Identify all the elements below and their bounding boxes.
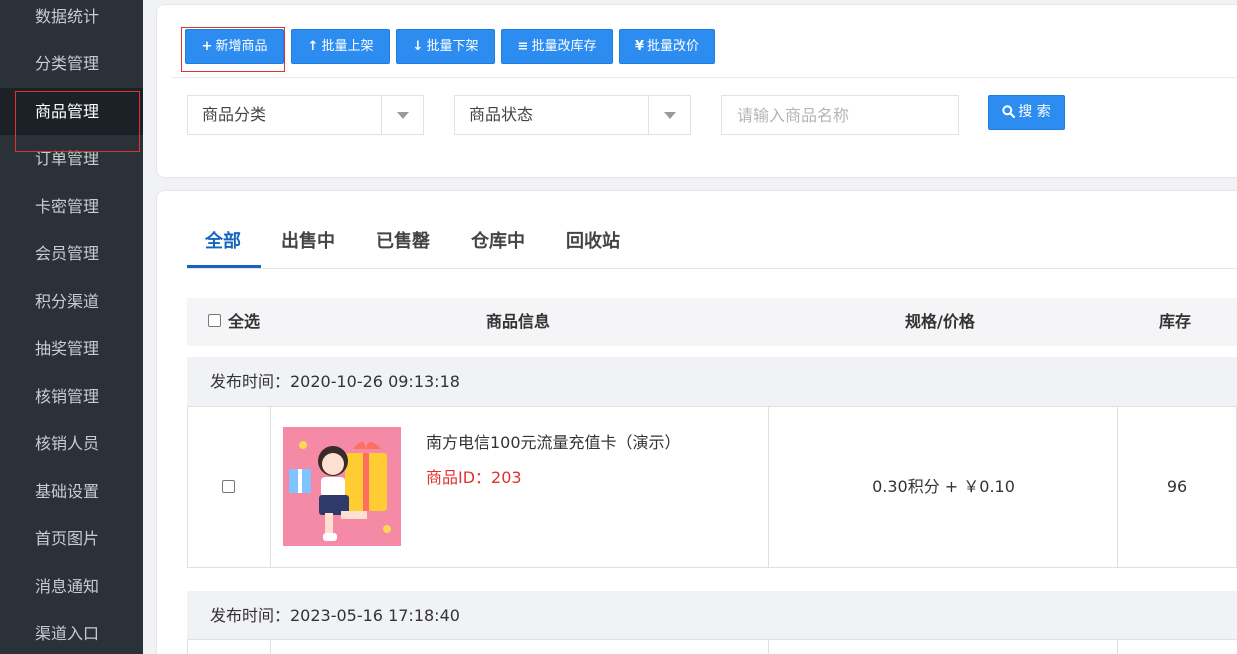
product-name[interactable]: 南方电信100元流量充值卡（演示） (426, 429, 681, 453)
arrow-up-icon: ↑ (307, 39, 319, 54)
tab-sold-out[interactable]: 已售罄 (376, 227, 430, 253)
toolbar-divider (171, 77, 1237, 78)
column-header-stock: 库存 (1159, 312, 1192, 331)
sidebar-item-redemption-staff[interactable]: 核销人员 (0, 420, 143, 467)
sidebar-item-statistics[interactable]: 数据统计 (0, 0, 143, 40)
database-icon: ≡ (517, 39, 529, 54)
tab-recycle-bin[interactable]: 回收站 (566, 227, 620, 253)
search-icon (1002, 105, 1016, 119)
product-list-panel: 全部 出售中 已售罄 仓库中 回收站 全选 商品信息 规格/价格 库存 发布时间… (156, 190, 1237, 654)
sidebar-item-channel-entry[interactable]: 渠道入口 (0, 610, 143, 654)
sidebar-item-lottery[interactable]: 抽奖管理 (0, 325, 143, 372)
sidebar-item-home-images[interactable]: 首页图片 (0, 515, 143, 562)
select-all-label: 全选 (228, 312, 261, 331)
row-checkbox[interactable] (222, 480, 235, 493)
table-row (187, 639, 1237, 654)
product-thumbnail[interactable] (283, 427, 401, 546)
add-product-button[interactable]: + 新增商品 (185, 29, 284, 64)
batch-edit-price-button[interactable]: ¥ 批量改价 (619, 29, 715, 64)
sidebar-item-categories[interactable]: 分类管理 (0, 40, 143, 87)
tab-in-warehouse[interactable]: 仓库中 (471, 227, 525, 253)
sidebar-item-card-codes[interactable]: 卡密管理 (0, 183, 143, 230)
batch-edit-stock-button[interactable]: ≡ 批量改库存 (501, 29, 613, 64)
category-select[interactable]: 商品分类 (187, 95, 424, 135)
publish-time-header: 发布时间：2020-10-26 09:13:18 (187, 357, 1237, 406)
plus-icon: + (201, 39, 213, 54)
sidebar-item-notifications[interactable]: 消息通知 (0, 563, 143, 610)
sidebar-item-orders[interactable]: 订单管理 (0, 135, 143, 182)
sidebar-item-basic-settings[interactable]: 基础设置 (0, 468, 143, 515)
chevron-down-icon (381, 96, 423, 134)
column-header-spec: 规格/价格 (905, 312, 975, 331)
sidebar-item-members[interactable]: 会员管理 (0, 230, 143, 277)
tab-on-sale[interactable]: 出售中 (281, 227, 335, 253)
batch-shelf-down-button[interactable]: ↓ 批量下架 (396, 29, 495, 64)
publish-time-header: 发布时间：2023-05-16 17:18:40 (187, 591, 1237, 640)
product-id: 商品ID：203 (426, 468, 522, 487)
search-button[interactable]: 搜 索 (988, 95, 1065, 130)
batch-shelf-up-button[interactable]: ↑ 批量上架 (291, 29, 390, 64)
sidebar: 数据统计 分类管理 商品管理 订单管理 卡密管理 会员管理 积分渠道 抽奖管理 … (0, 0, 143, 654)
chevron-down-icon (648, 96, 690, 134)
sidebar-item-points-channels[interactable]: 积分渠道 (0, 278, 143, 325)
sidebar-item-redemption[interactable]: 核销管理 (0, 373, 143, 420)
tabs-divider (187, 268, 1237, 269)
column-header-info: 商品信息 (486, 312, 551, 331)
toolbar-panel: + 新增商品 ↑ 批量上架 ↓ 批量下架 ≡ 批量改库存 ¥ 批量改价 商品分类 商品状态… (156, 4, 1237, 178)
table-row: 南方电信100元流量充值卡（演示） 商品ID：203 0.30积分 + ￥0.1… (187, 406, 1237, 568)
tab-all[interactable]: 全部 (205, 227, 241, 253)
sidebar-item-products[interactable]: 商品管理 (0, 88, 143, 135)
product-name-search-input[interactable] (721, 95, 959, 135)
product-price: 0.30积分 + ￥0.10 (872, 477, 1015, 496)
select-all-checkbox[interactable] (208, 314, 221, 327)
yen-icon: ¥ (634, 39, 645, 54)
product-stock: 96 (1166, 477, 1188, 496)
table-header: 全选 商品信息 规格/价格 库存 (187, 298, 1237, 346)
arrow-down-icon: ↓ (412, 39, 424, 54)
status-select[interactable]: 商品状态 (454, 95, 691, 135)
